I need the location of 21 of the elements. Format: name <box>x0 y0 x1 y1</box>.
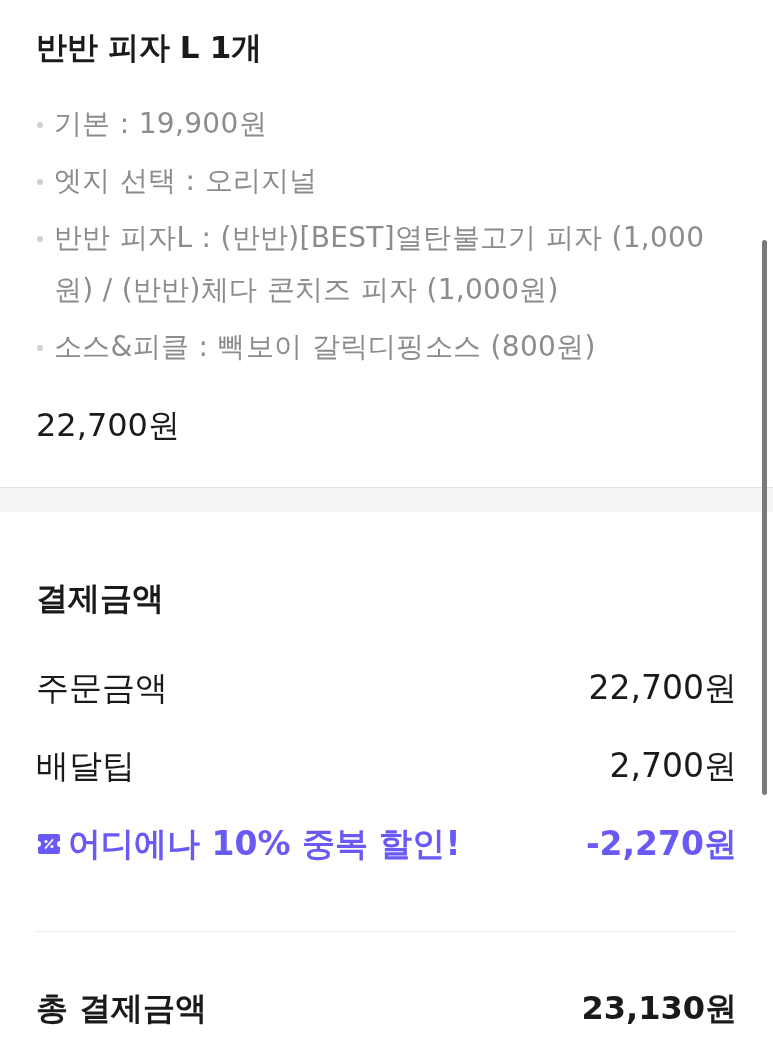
row-label: 주문금액 <box>36 668 168 708</box>
bullet-icon <box>37 122 43 128</box>
scrollbar[interactable] <box>762 240 767 795</box>
row-amount: 22,700원 <box>588 668 737 708</box>
discount-label: 어디에나 10% 중복 할인! <box>68 824 461 864</box>
total-label: 총 결제금액 <box>36 988 208 1028</box>
section-heading: 결제금액 <box>36 578 165 618</box>
total-amount: 23,130원 <box>581 988 737 1028</box>
item-price: 22,700원 <box>36 405 181 445</box>
option-text: 엣지 선택 : 오리지널 <box>54 163 319 199</box>
item-title: 반반 피자 L 1개 <box>36 28 263 67</box>
row-label: 배달팁 <box>36 746 135 786</box>
bullet-icon <box>37 179 43 185</box>
row-amount: 2,700원 <box>609 746 737 786</box>
bullet-icon <box>37 345 43 351</box>
bullet-icon <box>37 236 43 242</box>
option-text: 반반 피자L : (반반)[BEST]열탄불고기 피자 (1,000원) / (반반)체다 콘치즈 피자 (1,000원) <box>54 220 706 308</box>
option-text: 기본 : 19,900원 <box>54 106 268 142</box>
coupon-icon <box>38 834 60 854</box>
discount-amount: -2,270원 <box>585 824 737 864</box>
option-text: 소스&피클 : 빽보이 갈릭디핑소스 (800원) <box>54 329 597 365</box>
